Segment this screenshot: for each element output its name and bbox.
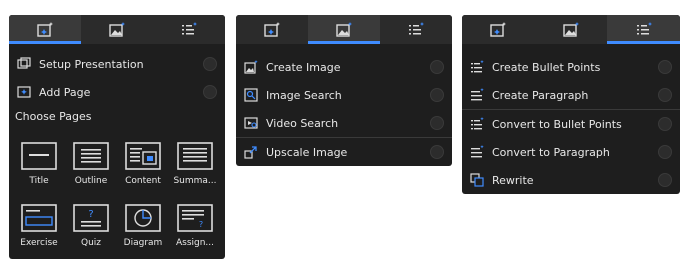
convert-paragraph-icon <box>470 145 484 159</box>
page-layout-label: Diagram <box>123 238 163 248</box>
content-layout-icon <box>125 142 161 170</box>
create-paragraph-icon <box>470 88 484 102</box>
tab-presentation[interactable] <box>9 15 81 44</box>
image-mountain-sparkle-icon <box>563 21 579 37</box>
summary-layout-icon <box>177 142 213 170</box>
setup-presentation-item[interactable]: Setup Presentation <box>9 50 225 78</box>
tab-presentation[interactable] <box>462 15 535 44</box>
page-layout-content[interactable]: Content <box>117 136 169 198</box>
pin-toggle[interactable] <box>658 117 672 131</box>
page-layout-label: Summa... <box>173 176 217 186</box>
outline-layout-icon <box>73 142 109 170</box>
tab-presentation[interactable] <box>236 15 308 44</box>
page-layout-assignment[interactable]: ? Assign... <box>169 198 221 259</box>
create-paragraph-label: Create Paragraph <box>492 88 589 102</box>
exercise-layout-icon <box>21 204 57 232</box>
video-search-icon <box>244 116 258 130</box>
tab-text[interactable] <box>153 15 225 44</box>
panel-tabs <box>236 15 452 44</box>
tab-text[interactable] <box>380 15 452 44</box>
svg-text:?: ? <box>199 220 203 229</box>
page-layout-grid: Title Outline Content Summa... Exercise … <box>9 136 225 259</box>
presentation-panel: Setup Presentation Add Page Choose Pages… <box>9 15 225 259</box>
create-bullet-points-label: Create Bullet Points <box>492 60 601 74</box>
rewrite-icon <box>470 173 484 187</box>
rewrite-label: Rewrite <box>492 173 534 187</box>
page-layout-label: Exercise <box>20 238 58 248</box>
upscale-image-item[interactable]: Upscale Image <box>236 138 452 166</box>
pin-toggle[interactable] <box>658 145 672 159</box>
add-page-icon <box>17 85 31 99</box>
page-layout-exercise[interactable]: Exercise <box>13 198 65 259</box>
image-sparkle-icon <box>37 21 53 37</box>
page-layout-label: Quiz <box>80 238 101 248</box>
pin-toggle[interactable] <box>658 173 672 187</box>
list-sparkle-icon <box>636 21 652 34</box>
page-layout-title[interactable]: Title <box>13 136 65 198</box>
pin-toggle[interactable] <box>203 85 217 99</box>
create-bullet-points-item[interactable]: Create Bullet Points <box>462 53 680 81</box>
svg-text:?: ? <box>88 209 93 220</box>
add-page-label: Add Page <box>39 85 91 99</box>
convert-to-bullet-points-label: Convert to Bullet Points <box>492 117 622 131</box>
diagram-layout-icon <box>125 204 161 232</box>
create-image-icon <box>244 60 258 74</box>
pin-toggle[interactable] <box>430 145 444 159</box>
quiz-layout-icon: ? <box>73 204 109 232</box>
convert-to-paragraph-label: Convert to Paragraph <box>492 145 610 159</box>
panel-tabs <box>9 15 225 44</box>
convert-to-bullet-points-item[interactable]: Convert to Bullet Points <box>462 110 680 138</box>
tab-text[interactable] <box>607 15 680 44</box>
page-layout-summary[interactable]: Summa... <box>169 136 221 198</box>
upscale-image-label: Upscale Image <box>266 145 348 159</box>
list-sparkle-icon <box>409 21 424 34</box>
image-search-item[interactable]: Image Search <box>236 81 452 109</box>
setup-presentation-label: Setup Presentation <box>39 57 144 71</box>
pin-toggle[interactable] <box>203 57 217 71</box>
choose-pages-heading: Choose Pages <box>15 110 92 123</box>
create-image-item[interactable]: Create Image <box>236 53 452 81</box>
rewrite-item[interactable]: Rewrite <box>462 166 680 194</box>
image-mountain-sparkle-icon <box>109 21 125 37</box>
presentation-icon <box>17 57 31 71</box>
page-layout-outline[interactable]: Outline <box>65 136 117 198</box>
text-panel: Create Bullet Points Create Paragraph Co… <box>462 15 680 194</box>
pin-toggle[interactable] <box>658 60 672 74</box>
upscale-image-icon <box>244 145 258 159</box>
panel-tabs <box>462 15 680 44</box>
title-layout-icon <box>21 142 57 170</box>
image-search-icon <box>244 88 258 102</box>
create-paragraph-item[interactable]: Create Paragraph <box>462 81 680 109</box>
assignment-layout-icon: ? <box>177 204 213 232</box>
create-image-label: Create Image <box>266 60 341 74</box>
pin-toggle[interactable] <box>430 88 444 102</box>
convert-to-paragraph-item[interactable]: Convert to Paragraph <box>462 138 680 166</box>
page-layout-label: Title <box>29 176 49 186</box>
image-sparkle-icon <box>264 21 280 37</box>
page-layout-label: Assign... <box>175 238 215 248</box>
list-sparkle-icon <box>182 21 197 34</box>
pin-toggle[interactable] <box>430 60 444 74</box>
video-search-item[interactable]: Video Search <box>236 109 452 137</box>
image-search-label: Image Search <box>266 88 342 102</box>
tab-image[interactable] <box>308 15 380 44</box>
page-layout-quiz[interactable]: ? Quiz <box>65 198 117 259</box>
image-panel: Create Image Image Search Video Search U… <box>236 15 452 166</box>
convert-bullets-icon <box>470 117 484 131</box>
tab-image[interactable] <box>535 15 608 44</box>
image-sparkle-icon <box>490 21 507 37</box>
image-mountain-sparkle-icon <box>336 21 352 37</box>
page-layout-label: Content <box>125 176 161 186</box>
page-layout-label: Outline <box>74 176 108 186</box>
pin-toggle[interactable] <box>658 88 672 102</box>
page-layout-diagram[interactable]: Diagram <box>117 198 169 259</box>
create-bullets-icon <box>470 60 484 74</box>
add-page-item[interactable]: Add Page <box>9 78 225 106</box>
pin-toggle[interactable] <box>430 116 444 130</box>
tab-image[interactable] <box>81 15 153 44</box>
video-search-label: Video Search <box>266 116 339 130</box>
